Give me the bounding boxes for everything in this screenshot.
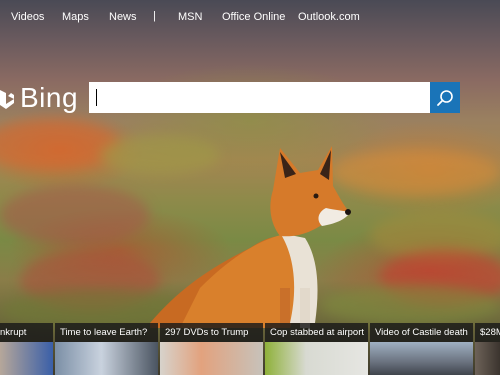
- bing-logo-text: Bing: [20, 82, 79, 113]
- news-thumbnail[interactable]: [0, 342, 53, 375]
- text-caret: [96, 89, 97, 106]
- fox-image: [150, 146, 351, 328]
- search-input[interactable]: [89, 82, 430, 113]
- search-icon: [437, 89, 453, 106]
- news-title[interactable]: Video of Castile death: [370, 323, 473, 342]
- search-button[interactable]: [430, 82, 460, 113]
- background-photo: [0, 0, 500, 375]
- nav-office-online[interactable]: Office Online: [222, 11, 285, 23]
- news-thumbnail[interactable]: [370, 342, 473, 375]
- news-thumbnail[interactable]: [160, 342, 263, 375]
- news-title[interactable]: 297 DVDs to Trump: [160, 323, 263, 342]
- news-thumbnail[interactable]: [265, 342, 368, 375]
- top-nav: Videos Maps News | MSN Office Online Out…: [0, 0, 500, 34]
- news-title[interactable]: nkrupt: [0, 323, 53, 342]
- news-title[interactable]: $28M: [475, 323, 500, 342]
- nav-videos[interactable]: Videos: [11, 11, 44, 23]
- nav-news[interactable]: News: [109, 11, 137, 23]
- news-thumbnail[interactable]: [55, 342, 158, 375]
- nav-msn[interactable]: MSN: [178, 11, 202, 23]
- bing-logo[interactable]: Bing: [0, 80, 78, 116]
- bing-logo-icon: [0, 90, 14, 109]
- nav-maps[interactable]: Maps: [62, 11, 89, 23]
- news-title[interactable]: Cop stabbed at airport: [265, 323, 368, 342]
- nav-divider: |: [153, 10, 156, 22]
- nav-outlook[interactable]: Outlook.com: [298, 11, 360, 23]
- news-thumbnail[interactable]: [475, 342, 500, 375]
- news-strip: nkrupt Time to leave Earth? 297 DVDs to …: [0, 323, 500, 375]
- news-title[interactable]: Time to leave Earth?: [55, 323, 158, 342]
